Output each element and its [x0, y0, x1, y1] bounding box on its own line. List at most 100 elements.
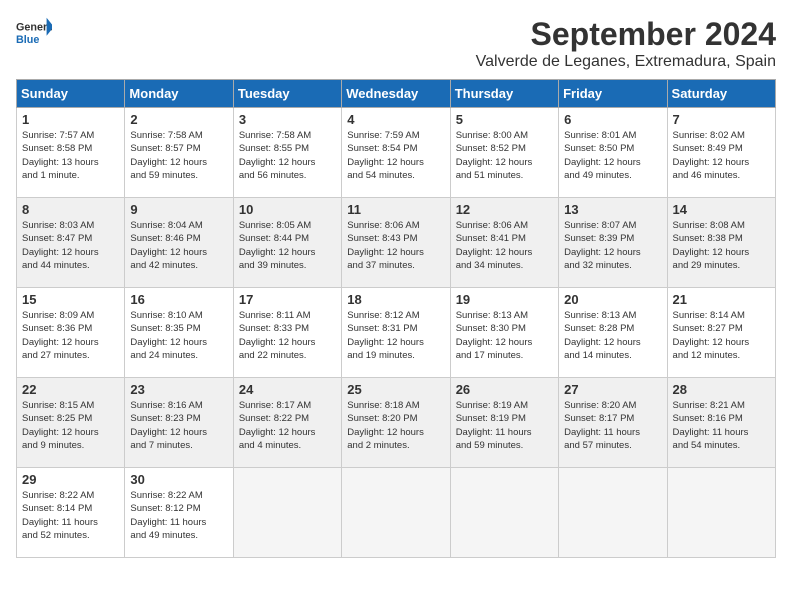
day-info: Sunrise: 8:13 AM Sunset: 8:30 PM Dayligh…: [456, 309, 553, 362]
day-number: 19: [456, 292, 553, 307]
table-row: 5 Sunrise: 8:00 AM Sunset: 8:52 PM Daylig…: [450, 108, 558, 198]
day-info: Sunrise: 8:04 AM Sunset: 8:46 PM Dayligh…: [130, 219, 227, 272]
day-info: Sunrise: 8:09 AM Sunset: 8:36 PM Dayligh…: [22, 309, 119, 362]
day-info: Sunrise: 7:58 AM Sunset: 8:57 PM Dayligh…: [130, 129, 227, 182]
table-row: 13Sunrise: 8:07 AM Sunset: 8:39 PM Dayli…: [559, 198, 667, 288]
day-number: 13: [564, 202, 661, 217]
table-row: 9 Sunrise: 8:04 AM Sunset: 8:46 PM Daylig…: [125, 198, 233, 288]
day-info: Sunrise: 8:18 AM Sunset: 8:20 PM Dayligh…: [347, 399, 444, 452]
table-row: [342, 468, 450, 558]
day-info: Sunrise: 8:06 AM Sunset: 8:43 PM Dayligh…: [347, 219, 444, 272]
table-row: 22 Sunrise: 8:15 AM Sunset: 8:25 PM Dayli…: [17, 378, 125, 468]
col-monday: Monday: [125, 80, 233, 108]
day-info: Sunrise: 8:15 AM Sunset: 8:25 PM Dayligh…: [22, 399, 119, 452]
day-number: 9: [130, 202, 227, 217]
day-number: 27: [564, 382, 661, 397]
day-info: Sunrise: 8:06 AM Sunset: 8:41 PM Dayligh…: [456, 219, 553, 272]
day-number: 23: [130, 382, 227, 397]
day-info: Sunrise: 8:21 AM Sunset: 8:16 PM Dayligh…: [673, 399, 770, 452]
table-row: [233, 468, 341, 558]
day-info: Sunrise: 8:01 AM Sunset: 8:50 PM Dayligh…: [564, 129, 661, 182]
day-number: 21: [673, 292, 770, 307]
table-row: 17 Sunrise: 8:11 AM Sunset: 8:33 PM Dayli…: [233, 288, 341, 378]
table-row: 8Sunrise: 8:03 AM Sunset: 8:47 PM Daylig…: [17, 198, 125, 288]
day-number: 22: [22, 382, 119, 397]
day-info: Sunrise: 8:08 AM Sunset: 8:38 PM Dayligh…: [673, 219, 770, 272]
day-number: 24: [239, 382, 336, 397]
day-number: 14: [673, 202, 770, 217]
day-info: Sunrise: 8:19 AM Sunset: 8:19 PM Dayligh…: [456, 399, 553, 452]
day-info: Sunrise: 8:14 AM Sunset: 8:27 PM Dayligh…: [673, 309, 770, 362]
page-subtitle: Valverde de Leganes, Extremadura, Spain: [476, 53, 776, 71]
day-info: Sunrise: 8:22 AM Sunset: 8:12 PM Dayligh…: [130, 489, 227, 542]
day-info: Sunrise: 8:16 AM Sunset: 8:23 PM Dayligh…: [130, 399, 227, 452]
col-thursday: Thursday: [450, 80, 558, 108]
table-row: 19 Sunrise: 8:13 AM Sunset: 8:30 PM Dayli…: [450, 288, 558, 378]
table-row: 10Sunrise: 8:05 AM Sunset: 8:44 PM Dayli…: [233, 198, 341, 288]
table-row: 30 Sunrise: 8:22 AM Sunset: 8:12 PM Dayli…: [125, 468, 233, 558]
calendar-week-row: 22 Sunrise: 8:15 AM Sunset: 8:25 PM Dayli…: [17, 378, 776, 468]
day-number: 30: [130, 472, 227, 487]
table-row: [559, 468, 667, 558]
day-info: Sunrise: 8:20 AM Sunset: 8:17 PM Dayligh…: [564, 399, 661, 452]
calendar-table: Sunday Monday Tuesday Wednesday Thursday…: [16, 79, 776, 558]
table-row: 14 Sunrise: 8:08 AM Sunset: 8:38 PM Dayli…: [667, 198, 775, 288]
day-info: Sunrise: 8:12 AM Sunset: 8:31 PM Dayligh…: [347, 309, 444, 362]
day-info: Sunrise: 8:11 AM Sunset: 8:33 PM Dayligh…: [239, 309, 336, 362]
svg-text:Blue: Blue: [16, 34, 39, 46]
day-info: Sunrise: 8:13 AM Sunset: 8:28 PM Dayligh…: [564, 309, 661, 362]
day-info: Sunrise: 8:05 AM Sunset: 8:44 PM Dayligh…: [239, 219, 336, 272]
day-info: Sunrise: 8:02 AM Sunset: 8:49 PM Dayligh…: [673, 129, 770, 182]
table-row: 23 Sunrise: 8:16 AM Sunset: 8:23 PM Dayli…: [125, 378, 233, 468]
day-info: Sunrise: 8:22 AM Sunset: 8:14 PM Dayligh…: [22, 489, 119, 542]
day-info: Sunrise: 8:00 AM Sunset: 8:52 PM Dayligh…: [456, 129, 553, 182]
day-number: 11: [347, 202, 444, 217]
table-row: [450, 468, 558, 558]
table-row: 28 Sunrise: 8:21 AM Sunset: 8:16 PM Dayli…: [667, 378, 775, 468]
calendar-week-row: 8Sunrise: 8:03 AM Sunset: 8:47 PM Daylig…: [17, 198, 776, 288]
table-row: 12Sunrise: 8:06 AM Sunset: 8:41 PM Dayli…: [450, 198, 558, 288]
col-friday: Friday: [559, 80, 667, 108]
table-row: 7 Sunrise: 8:02 AM Sunset: 8:49 PM Daylig…: [667, 108, 775, 198]
page-header: General Blue General Blue September 2024…: [16, 16, 776, 71]
day-number: 16: [130, 292, 227, 307]
table-row: 16 Sunrise: 8:10 AM Sunset: 8:35 PM Dayli…: [125, 288, 233, 378]
table-row: 21 Sunrise: 8:14 AM Sunset: 8:27 PM Dayli…: [667, 288, 775, 378]
day-number: 26: [456, 382, 553, 397]
table-row: 25 Sunrise: 8:18 AM Sunset: 8:20 PM Dayli…: [342, 378, 450, 468]
calendar-header-row: Sunday Monday Tuesday Wednesday Thursday…: [17, 80, 776, 108]
table-row: 1 Sunrise: 7:57 AM Sunset: 8:58 PM Daylig…: [17, 108, 125, 198]
table-row: [667, 468, 775, 558]
day-number: 17: [239, 292, 336, 307]
calendar-week-row: 1 Sunrise: 7:57 AM Sunset: 8:58 PM Daylig…: [17, 108, 776, 198]
logo-icon: General Blue: [16, 16, 52, 52]
day-info: Sunrise: 8:10 AM Sunset: 8:35 PM Dayligh…: [130, 309, 227, 362]
title-block: September 2024 Valverde de Leganes, Extr…: [476, 16, 776, 71]
table-row: 18Sunrise: 8:12 AM Sunset: 8:31 PM Dayli…: [342, 288, 450, 378]
col-wednesday: Wednesday: [342, 80, 450, 108]
day-number: 3: [239, 112, 336, 127]
table-row: 29 Sunrise: 8:22 AM Sunset: 8:14 PM Dayli…: [17, 468, 125, 558]
day-number: 25: [347, 382, 444, 397]
day-number: 29: [22, 472, 119, 487]
table-row: 15 Sunrise: 8:09 AM Sunset: 8:36 PM Dayli…: [17, 288, 125, 378]
table-row: 6Sunrise: 8:01 AM Sunset: 8:50 PM Daylig…: [559, 108, 667, 198]
calendar-week-row: 29 Sunrise: 8:22 AM Sunset: 8:14 PM Dayli…: [17, 468, 776, 558]
day-number: 4: [347, 112, 444, 127]
table-row: 3 Sunrise: 7:58 AM Sunset: 8:55 PM Daylig…: [233, 108, 341, 198]
day-number: 5: [456, 112, 553, 127]
day-number: 20: [564, 292, 661, 307]
table-row: 2Sunrise: 7:58 AM Sunset: 8:57 PM Daylig…: [125, 108, 233, 198]
table-row: 20 Sunrise: 8:13 AM Sunset: 8:28 PM Dayli…: [559, 288, 667, 378]
page-title: September 2024: [476, 16, 776, 53]
day-info: Sunrise: 7:57 AM Sunset: 8:58 PM Dayligh…: [22, 129, 119, 182]
day-number: 28: [673, 382, 770, 397]
day-info: Sunrise: 8:03 AM Sunset: 8:47 PM Dayligh…: [22, 219, 119, 272]
day-number: 1: [22, 112, 119, 127]
table-row: 26 Sunrise: 8:19 AM Sunset: 8:19 PM Dayli…: [450, 378, 558, 468]
day-number: 15: [22, 292, 119, 307]
day-info: Sunrise: 8:17 AM Sunset: 8:22 PM Dayligh…: [239, 399, 336, 452]
day-number: 7: [673, 112, 770, 127]
col-tuesday: Tuesday: [233, 80, 341, 108]
day-info: Sunrise: 7:58 AM Sunset: 8:55 PM Dayligh…: [239, 129, 336, 182]
